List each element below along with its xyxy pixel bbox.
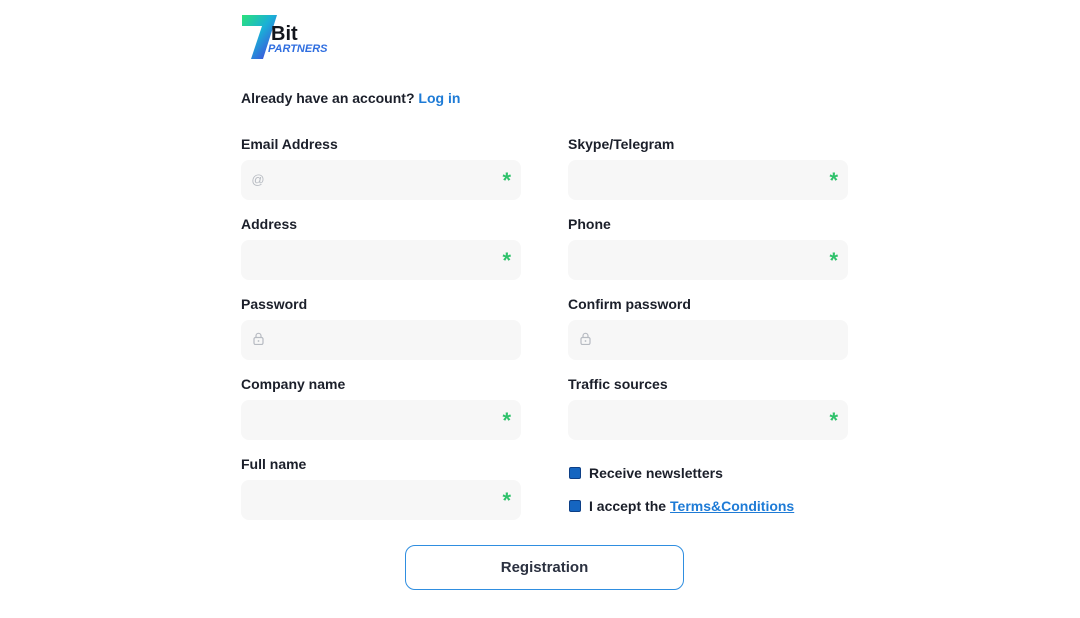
brand-logo: Bit PARTNERS <box>241 14 333 60</box>
password-label: Password <box>241 296 308 312</box>
phone-field-group: Phone * <box>568 215 848 280</box>
phone-label: Phone <box>568 216 611 232</box>
skype-input[interactable] <box>568 160 848 200</box>
traffic-input[interactable] <box>568 400 848 440</box>
address-input[interactable] <box>241 240 521 280</box>
email-input[interactable] <box>241 160 521 200</box>
traffic-field-group: Traffic sources * <box>568 375 848 440</box>
company-field-group: Company name * <box>241 375 521 440</box>
company-input[interactable] <box>241 400 521 440</box>
confirm-password-input[interactable] <box>568 320 848 360</box>
terms-option: I accept the Terms&Conditions <box>568 495 794 517</box>
email-label: Email Address <box>241 136 338 152</box>
full-name-field-box: * <box>241 480 521 520</box>
company-field-box: * <box>241 400 521 440</box>
skype-field-group: Skype/Telegram * <box>568 135 848 200</box>
terms-label: I accept the <box>589 498 667 514</box>
skype-field-box: * <box>568 160 848 200</box>
traffic-label: Traffic sources <box>568 376 668 392</box>
address-field-box: * <box>241 240 521 280</box>
newsletter-checkbox[interactable] <box>569 467 581 479</box>
confirm-password-field-box <box>568 320 848 360</box>
login-prompt-text: Already have an account? <box>241 90 415 106</box>
newsletter-label: Receive newsletters <box>589 465 723 481</box>
full-name-input[interactable] <box>241 480 521 520</box>
registration-page: Bit PARTNERS Already have an account? Lo… <box>0 0 1080 618</box>
registration-button[interactable]: Registration <box>405 545 684 590</box>
password-field-group: Password <box>241 295 521 360</box>
logo-word: Bit <box>271 23 298 45</box>
login-prompt: Already have an account? Log in <box>241 90 460 106</box>
skype-label: Skype/Telegram <box>568 136 675 152</box>
logo-subtitle: PARTNERS <box>268 43 328 55</box>
confirm-password-field-group: Confirm password <box>568 295 848 360</box>
email-field-group: Email Address @ * <box>241 135 521 200</box>
password-field-box <box>241 320 521 360</box>
phone-field-box: * <box>568 240 848 280</box>
phone-input[interactable] <box>568 240 848 280</box>
newsletter-option: Receive newsletters <box>568 462 794 484</box>
address-field-group: Address * <box>241 215 521 280</box>
traffic-field-box: * <box>568 400 848 440</box>
full-name-field-group: Full name * <box>241 455 521 520</box>
email-field-box: @ * <box>241 160 521 200</box>
terms-checkbox[interactable] <box>569 500 581 512</box>
address-label: Address <box>241 216 298 232</box>
company-label: Company name <box>241 376 346 392</box>
full-name-label: Full name <box>241 456 307 472</box>
consent-options: Receive newsletters I accept the Terms&C… <box>568 462 794 528</box>
confirm-password-label: Confirm password <box>568 296 691 312</box>
login-link[interactable]: Log in <box>418 90 460 106</box>
password-input[interactable] <box>241 320 521 360</box>
terms-link[interactable]: Terms&Conditions <box>670 498 794 514</box>
